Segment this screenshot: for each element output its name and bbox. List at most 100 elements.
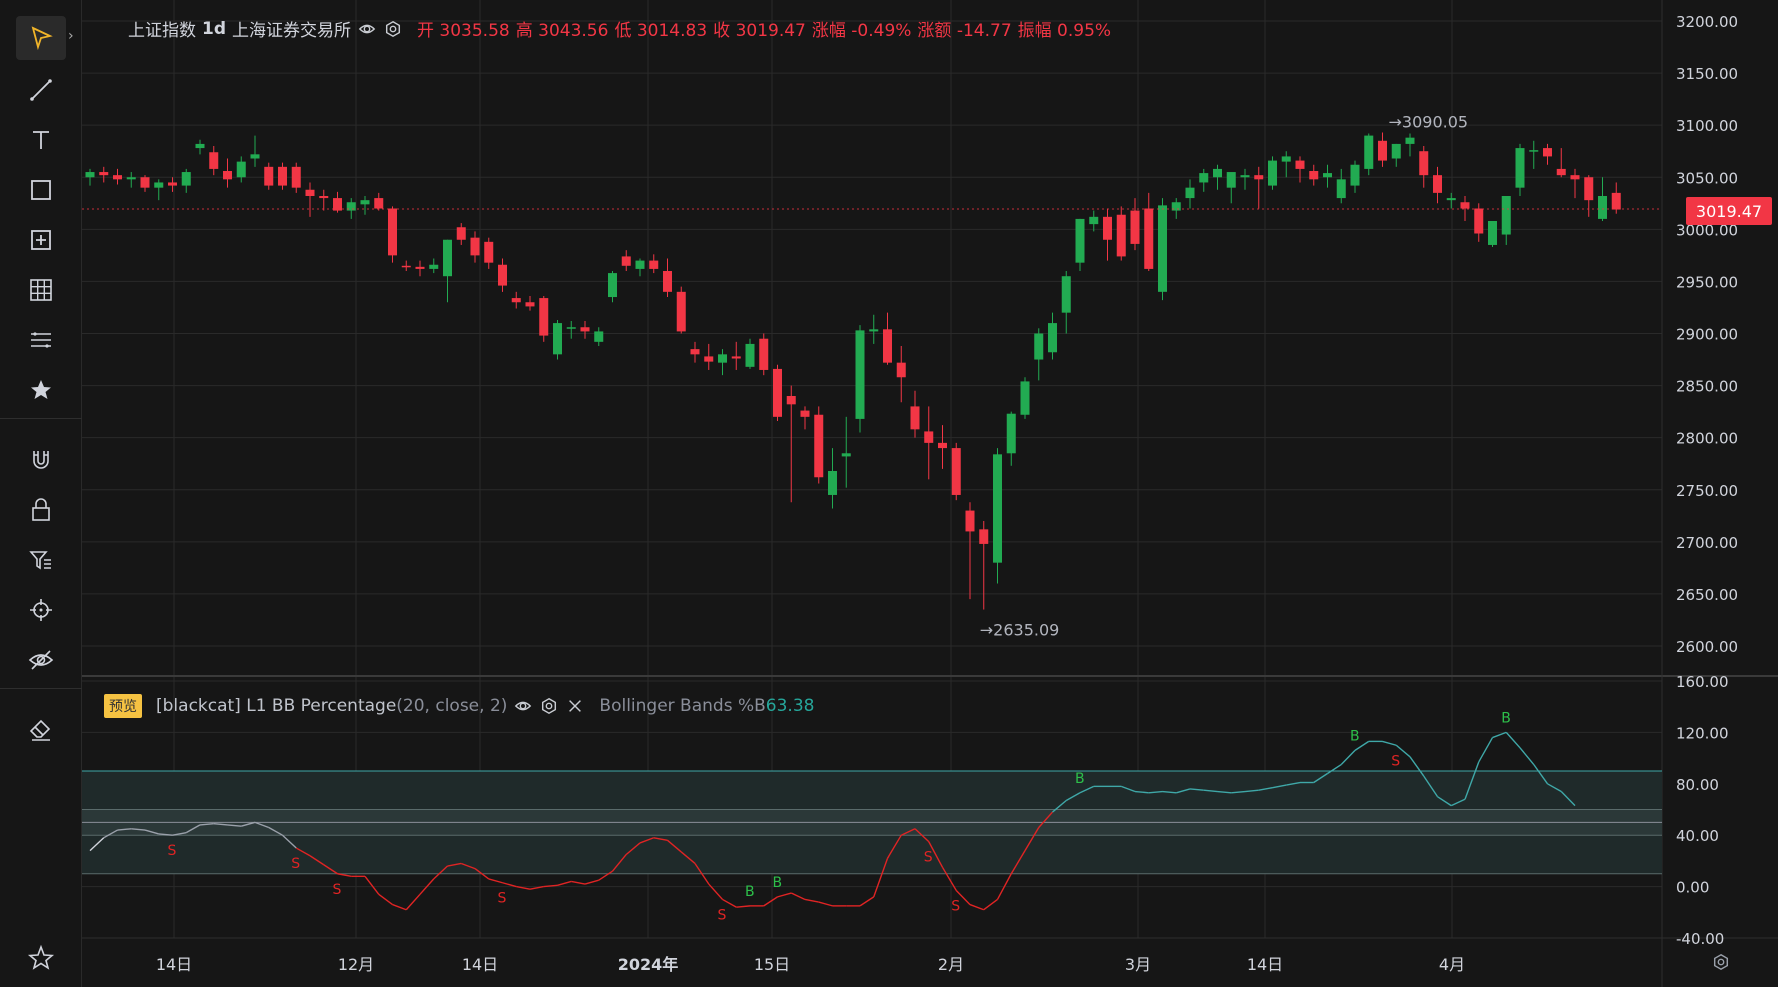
candle-body (99, 172, 109, 176)
chevron-right-icon[interactable]: › (68, 28, 74, 44)
open-value: 3035.58 (439, 21, 510, 41)
candle-body (786, 396, 796, 405)
filter-icon (29, 551, 51, 570)
candle-body (1446, 198, 1456, 201)
fib-tool-button[interactable] (16, 318, 66, 362)
star-outline-button[interactable] (16, 936, 66, 980)
fib-tool-icon (31, 332, 51, 348)
candle-body (209, 152, 219, 169)
sell-signal-label: S (498, 891, 507, 907)
axis-settings-icon[interactable] (1712, 953, 1730, 975)
candle-body (401, 265, 411, 268)
low-label: 低 (614, 21, 632, 41)
candle-body (1020, 381, 1030, 415)
hide-eye-button[interactable] (16, 638, 66, 682)
indicator-settings-icon[interactable] (539, 696, 559, 716)
candle-body (1295, 160, 1305, 169)
indicator-axis-label: 0.00 (1676, 879, 1709, 897)
time-axis-label: 14日 (1247, 955, 1283, 974)
candle-body (676, 291, 686, 332)
chart-area[interactable]: →3090.05 →2635.09 3200.00 3150.00 3100.00 305… (82, 0, 1778, 987)
time-axis-label: 12月 (338, 955, 374, 974)
magnet-button[interactable] (16, 438, 66, 482)
candle-body (704, 356, 714, 362)
candle-body (566, 327, 576, 329)
candle-body (1474, 208, 1484, 234)
candle-body (1075, 218, 1085, 263)
candle-body (649, 260, 659, 269)
candle-body (484, 241, 494, 263)
cursor-tool-button[interactable] (16, 16, 66, 60)
settings-gear-icon[interactable] (383, 19, 403, 39)
candle-body (525, 302, 535, 307)
candle-body (951, 448, 961, 495)
crosshair-icon (30, 599, 52, 621)
low-annotation: →2635.09 (980, 621, 1060, 640)
candle-body (1006, 413, 1016, 454)
close-value: 3019.47 (735, 21, 806, 41)
candle-body (1433, 175, 1442, 193)
eye-icon[interactable] (357, 19, 377, 39)
rectangle-tool-button[interactable] (16, 168, 66, 212)
measure-tool-button[interactable] (16, 218, 66, 262)
price-axis-label: 2700.00 (1676, 534, 1738, 552)
time-axis-label: 14日 (462, 955, 498, 974)
candle-body (1268, 160, 1277, 186)
open-label: 开 (417, 21, 434, 41)
measure-tool-icon (31, 230, 51, 250)
candle-body (126, 177, 136, 180)
text-tool-button[interactable] (16, 118, 66, 162)
indicator-name[interactable]: [blackcat] L1 BB Percentage (156, 696, 396, 716)
candle-body (1611, 192, 1621, 210)
candle-body (1309, 171, 1319, 180)
candle-body (195, 143, 205, 149)
indicator-eye-icon[interactable] (513, 696, 533, 716)
filter-button[interactable] (16, 538, 66, 582)
trend-line-tool-icon (30, 79, 52, 101)
sell-signal-label: S (718, 907, 727, 923)
candle-body (278, 166, 287, 186)
favorite-star-icon (31, 380, 51, 399)
candle-body (374, 198, 384, 209)
time-axis-label: 15日 (754, 955, 790, 974)
crosshair-button[interactable] (16, 588, 66, 632)
indicator-close-icon[interactable] (565, 696, 585, 716)
candle-body (1364, 135, 1374, 169)
candle-body (1556, 168, 1566, 176)
candle-body (759, 338, 769, 370)
time-axis-label: 2024年 (618, 955, 679, 974)
eraser-button[interactable] (16, 708, 66, 752)
candle-body (1419, 151, 1429, 176)
candle-body (938, 442, 947, 449)
candle-body (1103, 216, 1112, 240)
candle-body (429, 264, 439, 269)
drawing-toolbar (0, 0, 82, 987)
text-tool-icon (33, 131, 49, 149)
high-label: 高 (515, 21, 533, 41)
favorite-star-button[interactable] (16, 368, 66, 412)
magnet-icon (33, 451, 49, 469)
candle-body (883, 329, 892, 363)
symbol-name[interactable]: 上证指数 (128, 16, 196, 41)
candle-body (1529, 150, 1539, 152)
candle-body (1584, 177, 1594, 201)
indicator-axis-label: 160.00 (1676, 673, 1729, 691)
toolbar-separator (0, 418, 82, 419)
candle-body (690, 349, 700, 355)
candle-body (250, 154, 260, 159)
candle-body (1405, 137, 1415, 144)
lock-button[interactable] (16, 488, 66, 532)
sell-signal-label: S (333, 882, 342, 898)
candle-body (1144, 208, 1154, 269)
candle-body (896, 362, 906, 378)
last-price-label: 3019.47 (1686, 197, 1772, 225)
indicator-axis-label: 80.00 (1676, 776, 1719, 794)
interval-label[interactable]: 1d (202, 19, 226, 39)
candle-body (470, 237, 480, 256)
grid-tool-button[interactable] (16, 268, 66, 312)
candle-body (539, 298, 549, 336)
time-axis-label: 3月 (1125, 955, 1151, 974)
price-axis-label: 2600.00 (1676, 638, 1738, 656)
sell-signal-label: S (951, 898, 960, 914)
trend-line-tool-button[interactable] (16, 68, 66, 112)
